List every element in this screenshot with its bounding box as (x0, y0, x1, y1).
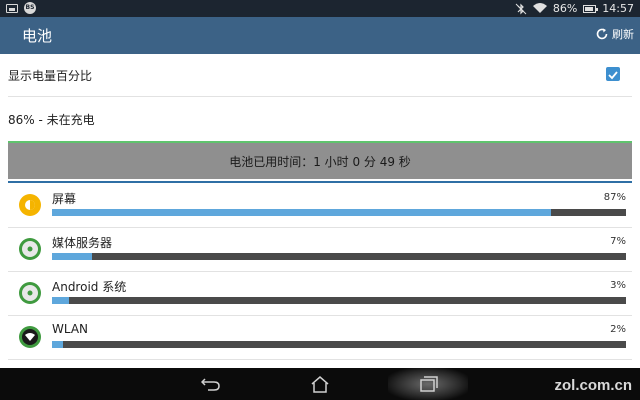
show-percent-checkbox[interactable] (606, 67, 620, 81)
watermark: zol.com.cn (554, 377, 632, 394)
clock: 14:57 (602, 2, 634, 15)
battery-status-row: 86% - 未在充电 (8, 97, 632, 141)
image-icon (6, 3, 18, 13)
battery-status: 86% - 未在充电 (8, 113, 95, 127)
usage-name: 屏幕 (52, 192, 77, 206)
usage-name: 媒体服务器 (52, 236, 113, 250)
usage-percent: 7% (610, 236, 626, 247)
action-bar: 电池 刷新 (0, 17, 640, 54)
usage-percent: 87% (603, 192, 626, 203)
refresh-label: 刷新 (612, 28, 634, 41)
bluetooth-muted-icon (515, 3, 527, 14)
battery-icon (583, 4, 599, 13)
recent-apps-icon (420, 376, 438, 392)
wifi-icon (532, 3, 547, 13)
battery-history-graph[interactable]: 电池已用时间：1 小时 0 分 49 秒 (8, 141, 632, 179)
usage-bar (52, 341, 626, 348)
usage-name: WLAN (52, 322, 89, 336)
usage-bar (52, 209, 626, 216)
battery-percent: 86% (552, 2, 578, 15)
usage-bar-fill (52, 341, 64, 348)
usage-bar (52, 253, 626, 260)
refresh-button[interactable]: 刷新 (595, 26, 634, 42)
show-percent-row[interactable]: 显示电量百分比 (8, 54, 632, 97)
refresh-icon (596, 28, 608, 40)
checkmark-icon (608, 71, 618, 80)
android-system-icon (19, 282, 41, 304)
usage-percent: 2% (610, 324, 626, 335)
section-divider (8, 181, 632, 183)
home-icon (311, 376, 329, 393)
wlan-icon (19, 326, 41, 348)
navigation-bar: zol.com.cn (0, 368, 640, 400)
home-button[interactable] (305, 372, 335, 396)
show-percent-label: 显示电量百分比 (8, 69, 93, 83)
usage-row-wlan[interactable]: WLAN 2% (8, 316, 632, 360)
page-title: 电池 (22, 27, 53, 45)
battery-usage-time: 电池已用时间：1 小时 0 分 49 秒 (229, 155, 411, 169)
media-server-icon (19, 238, 41, 260)
screen-brightness-icon (19, 194, 41, 216)
usage-percent: 3% (610, 280, 626, 291)
back-button[interactable] (196, 372, 226, 396)
usage-row-media-server[interactable]: 媒体服务器 7% (8, 228, 632, 272)
usage-bar-fill (52, 253, 93, 260)
recent-apps-button[interactable] (414, 372, 444, 396)
usage-bar-fill (52, 297, 70, 304)
back-icon (201, 378, 220, 391)
usage-name: Android 系统 (52, 280, 127, 294)
usage-bar-fill (52, 209, 552, 216)
usage-row-android-system[interactable]: Android 系统 3% (8, 272, 632, 316)
usage-bar (52, 297, 626, 304)
status-bar: BS 86% 14:57 (0, 0, 640, 17)
usage-row-screen[interactable]: 屏幕 87% (8, 184, 632, 228)
bs-icon: BS (24, 2, 36, 14)
